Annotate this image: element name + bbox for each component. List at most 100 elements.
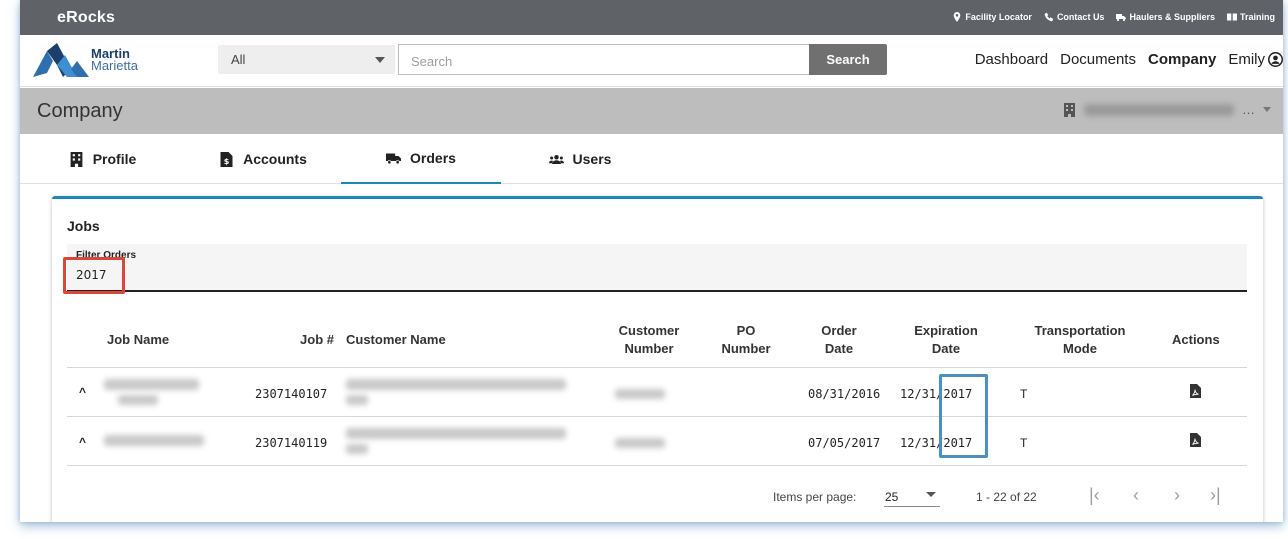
nav-dashboard[interactable]: Dashboard [975, 51, 1048, 68]
utility-links: Facility Locator Contact Us Haulers & Su… [952, 12, 1275, 22]
previous-page-icon[interactable]: ‹ [1133, 485, 1139, 506]
filter-value-highlight [63, 257, 125, 294]
job-number: 2307140119 [255, 436, 328, 450]
truck-icon [386, 153, 402, 164]
jobs-card: Jobs Filter Orders 2017 Job Name Job # C… [52, 196, 1263, 522]
logo-line-2: Marietta [91, 58, 138, 73]
haulers-suppliers-label: Haulers & Suppliers [1129, 12, 1215, 22]
col-header-po-number[interactable]: PO Number [716, 322, 776, 358]
col-header-actions: Actions [1172, 332, 1220, 347]
chevron-up-icon[interactable]: ^ [79, 435, 86, 449]
col-header-transportation-mode-line2: Mode [1063, 341, 1097, 356]
book-icon [1226, 13, 1237, 21]
pdf-download-icon[interactable] [1190, 433, 1201, 447]
col-header-order-date-line2: Date [824, 341, 854, 356]
training-link[interactable]: Training [1226, 12, 1275, 22]
transportation-mode: T [1020, 387, 1028, 401]
col-header-order-date[interactable]: Order Date [805, 322, 873, 358]
page-size-select[interactable]: 25 [884, 487, 940, 507]
job-name-redacted [104, 379, 199, 390]
expiration-year-highlight [939, 374, 988, 458]
tab-orders[interactable]: Orders [341, 134, 501, 184]
page-title: Company [37, 100, 123, 122]
col-header-job-number[interactable]: Job # [272, 331, 334, 349]
user-name: Emily [1228, 51, 1265, 68]
transportation-mode: T [1020, 436, 1028, 450]
search-scope-value: All [231, 52, 246, 67]
tab-accounts-label: Accounts [243, 151, 307, 167]
map-pin-icon [954, 12, 961, 22]
company-tabs: Profile $ Accounts Orders Users [20, 134, 1283, 184]
search-input[interactable]: Search [398, 44, 810, 75]
tab-users-label: Users [572, 151, 612, 167]
chevron-down-icon [1263, 107, 1271, 112]
app-window: eRocks Facility Locator Contact Us Haule… [20, 0, 1283, 522]
chevron-down-icon [926, 492, 936, 497]
chevron-down-icon [375, 57, 385, 63]
tab-profile-label: Profile [92, 151, 137, 167]
row-divider [67, 465, 1247, 466]
tab-users[interactable]: Users [520, 134, 640, 184]
col-header-po-number-line1: PO [736, 323, 756, 338]
main-header: Martin Marietta All Search Search Dashbo… [20, 35, 1283, 87]
nav-documents[interactable]: Documents [1060, 51, 1136, 68]
col-header-customer-number[interactable]: Customer Number [604, 322, 694, 358]
phone-icon [1044, 12, 1054, 22]
filter-orders-field[interactable]: Filter Orders 2017 [67, 244, 1247, 292]
company-selector[interactable]: … [1063, 102, 1271, 117]
col-header-expiration-date-line2: Date [931, 341, 961, 356]
search-scope-select[interactable]: All [218, 45, 395, 74]
tab-orders-label: Orders [410, 150, 456, 166]
main-nav: Dashboard Documents Company Emily [975, 51, 1283, 68]
last-page-icon[interactable]: ›| [1210, 485, 1221, 506]
company-name-redacted [1084, 103, 1234, 116]
company-logo[interactable]: Martin Marietta [33, 43, 138, 77]
truck-icon [1116, 14, 1127, 22]
brand-name: eRocks [57, 9, 116, 26]
pdf-download-icon[interactable] [1190, 384, 1201, 398]
col-header-po-number-line2: Number [721, 341, 771, 356]
user-circle-icon [1268, 52, 1283, 67]
col-header-expiration-date[interactable]: Expiration Date [900, 322, 992, 358]
col-header-transportation-mode[interactable]: Transportation Mode [1018, 322, 1142, 358]
col-header-job-name[interactable]: Job Name [107, 331, 169, 349]
logo-wordmark: Martin Marietta [91, 47, 138, 73]
job-name-redacted [118, 395, 158, 405]
facility-locator-label: Facility Locator [965, 12, 1032, 22]
col-header-transportation-mode-line1: Transportation [1034, 323, 1126, 338]
customer-name-redacted [346, 379, 566, 390]
customer-name-redacted [346, 444, 368, 454]
col-header-customer-number-line2: Number [624, 341, 674, 356]
customer-name-redacted [346, 428, 566, 439]
customer-number-redacted [615, 389, 665, 399]
document-dollar-icon: $ [220, 151, 233, 167]
first-page-icon[interactable]: |‹ [1089, 485, 1100, 506]
page-range-label: 1 - 22 of 22 [976, 490, 1037, 504]
tab-accounts[interactable]: $ Accounts [203, 134, 323, 184]
martin-marietta-logo-icon [33, 43, 89, 77]
col-header-customer-number-line1: Customer [618, 323, 680, 338]
contact-us-link[interactable]: Contact Us [1044, 12, 1104, 22]
col-header-customer-name[interactable]: Customer Name [346, 331, 446, 349]
order-date: 08/31/2016 [808, 387, 881, 401]
user-menu[interactable]: Emily [1228, 51, 1283, 68]
customer-number-redacted [615, 438, 665, 448]
users-icon [548, 154, 564, 164]
order-date: 07/05/2017 [808, 436, 881, 450]
page-size-value: 25 [885, 490, 899, 504]
row-divider [67, 416, 1247, 417]
col-header-order-date-line1: Order [821, 323, 857, 338]
next-page-icon[interactable]: › [1174, 485, 1180, 506]
training-label: Training [1239, 12, 1275, 22]
search-button[interactable]: Search [809, 44, 887, 75]
nav-company[interactable]: Company [1148, 51, 1216, 68]
tab-profile[interactable]: Profile [50, 134, 155, 184]
company-banner: Company … [20, 88, 1283, 134]
haulers-suppliers-link[interactable]: Haulers & Suppliers [1116, 12, 1215, 22]
facility-locator-link[interactable]: Facility Locator [952, 12, 1032, 22]
job-name-redacted [104, 435, 204, 446]
chevron-up-icon[interactable]: ^ [79, 385, 86, 399]
building-icon [1064, 102, 1075, 117]
customer-name-redacted [346, 395, 368, 405]
items-per-page-label: Items per page: [773, 490, 857, 504]
